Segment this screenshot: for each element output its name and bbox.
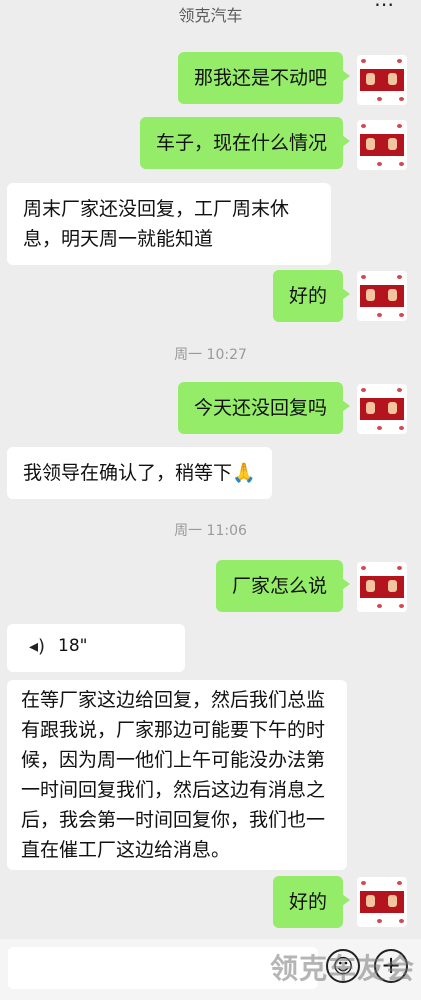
message-row: 厂家怎么说 [0,560,421,616]
timestamp: 周一 10:27 [174,347,247,363]
plus-icon[interactable]: + [374,949,408,983]
chat-header: 领克汽车 ⋯ [0,0,421,30]
message-input[interactable] [8,947,318,989]
my-message-bubble[interactable]: 今天还没回复吗 [177,382,351,434]
my-message-bubble[interactable]: 车子，现在什么情况 [139,117,351,169]
emoji-icon[interactable]: ☺ [326,949,360,983]
voice-duration: 18" [58,636,88,656]
my-message-bubble[interactable]: 厂家怎么说 [215,560,351,612]
my-avatar[interactable] [357,384,407,434]
message-row: 那我还是不动吧 [0,52,421,108]
their-message-bubble[interactable]: 在等厂家这边给回复，然后我们总监有跟我说，厂家那边可能要下午的时候，因为周一他们… [7,680,347,870]
message-row: 周末厂家还没回复，工厂周末休息，明天周一就能知道 [0,183,421,265]
message-row: 好的 [0,270,421,326]
message-row: 在等厂家这边给回复，然后我们总监有跟我说，厂家那边可能要下午的时候，因为周一他们… [0,680,421,870]
their-message-bubble[interactable]: 我领导在确认了，稍等下🙏 [7,447,272,499]
message-row: 好的 [0,876,421,932]
message-row: ◂) 18" [0,624,421,672]
chat-title: 领克汽车 [178,6,243,25]
my-avatar[interactable] [357,562,407,612]
their-message-bubble[interactable]: 周末厂家还没回复，工厂周末休息，明天周一就能知道 [7,183,331,265]
my-avatar[interactable] [357,55,407,105]
message-row: 我领导在确认了，稍等下🙏 [0,447,421,499]
voice-message-bubble[interactable]: ◂) 18" [7,624,185,672]
message-row: 今天还没回复吗 [0,382,421,438]
my-message-bubble[interactable]: 那我还是不动吧 [177,52,351,104]
my-avatar[interactable] [357,271,407,321]
more-options-icon[interactable]: ⋯ [374,0,395,16]
timestamp: 周一 11:06 [174,523,247,539]
my-message-bubble[interactable]: 好的 [272,270,351,322]
message-row: 车子，现在什么情况 [0,117,421,173]
my-avatar[interactable] [357,120,407,170]
my-avatar[interactable] [357,877,407,927]
voice-wave-icon: ◂) [29,636,46,657]
input-bar: ☺ + [0,939,421,1000]
my-message-bubble[interactable]: 好的 [272,876,351,928]
